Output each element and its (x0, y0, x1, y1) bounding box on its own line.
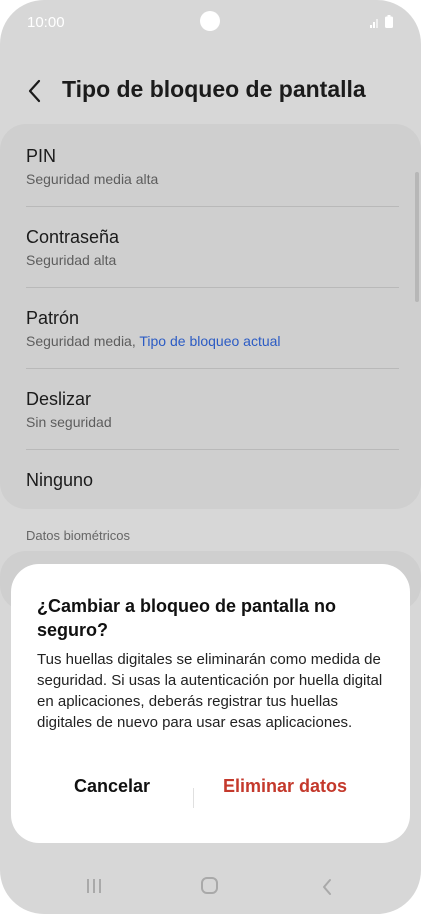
status-time: 10:00 (27, 14, 65, 31)
page-title: Tipo de bloqueo de pantalla (62, 76, 366, 102)
option-none[interactable]: Ninguno (26, 470, 399, 491)
option-title: Contraseña (26, 227, 120, 247)
cancel-button[interactable]: Cancelar (74, 776, 150, 797)
section-header-biometrics: Datos biométricos (26, 528, 131, 543)
option-pin[interactable]: PIN Seguridad media alta (26, 146, 399, 187)
divider (26, 206, 399, 207)
option-title: PIN (26, 146, 57, 166)
button-divider (193, 788, 194, 808)
signal-icon (370, 19, 378, 28)
divider (26, 368, 399, 369)
option-password[interactable]: Contraseña Seguridad alta (26, 227, 399, 268)
option-subtitle: Seguridad media alta (26, 171, 159, 187)
app-header: Tipo de bloqueo de pantalla (0, 60, 421, 120)
navigation-bar (0, 858, 421, 914)
status-bar: 10:00 (0, 0, 421, 46)
option-subtitle-row: Seguridad media, Tipo de bloqueo actual (26, 333, 399, 349)
option-title: Deslizar (26, 389, 92, 409)
option-pattern[interactable]: Patrón Seguridad media, Tipo de bloqueo … (26, 308, 399, 349)
divider (26, 287, 399, 288)
delete-data-button[interactable]: Eliminar datos (223, 776, 347, 797)
option-subtitle: Seguridad media, (26, 333, 140, 349)
option-subtitle: Sin seguridad (26, 414, 112, 430)
option-subtitle: Seguridad alta (26, 252, 117, 268)
dialog-message: Tus huellas digitales se eliminarán como… (37, 651, 383, 731)
nav-back-icon[interactable] (321, 878, 333, 896)
current-lock-type-label: Tipo de bloqueo actual (139, 333, 281, 349)
dialog-title: ¿Cambiar a bloqueo de pantalla no seguro… (37, 596, 337, 640)
phone-screen: 10:00 Tipo de bloqueo de pantalla PIN Se… (0, 0, 421, 914)
confirm-dialog: ¿Cambiar a bloqueo de pantalla no seguro… (11, 564, 410, 843)
option-swipe[interactable]: Deslizar Sin seguridad (26, 389, 399, 430)
chevron-left-icon[interactable] (24, 78, 46, 104)
option-title: Ninguno (26, 470, 94, 490)
scrollbar[interactable] (415, 172, 419, 302)
battery-icon (385, 15, 393, 28)
home-icon[interactable] (201, 877, 218, 894)
recent-apps-icon[interactable] (84, 878, 104, 894)
divider (26, 449, 399, 450)
camera-cutout (200, 11, 220, 31)
option-title: Patrón (26, 308, 80, 328)
